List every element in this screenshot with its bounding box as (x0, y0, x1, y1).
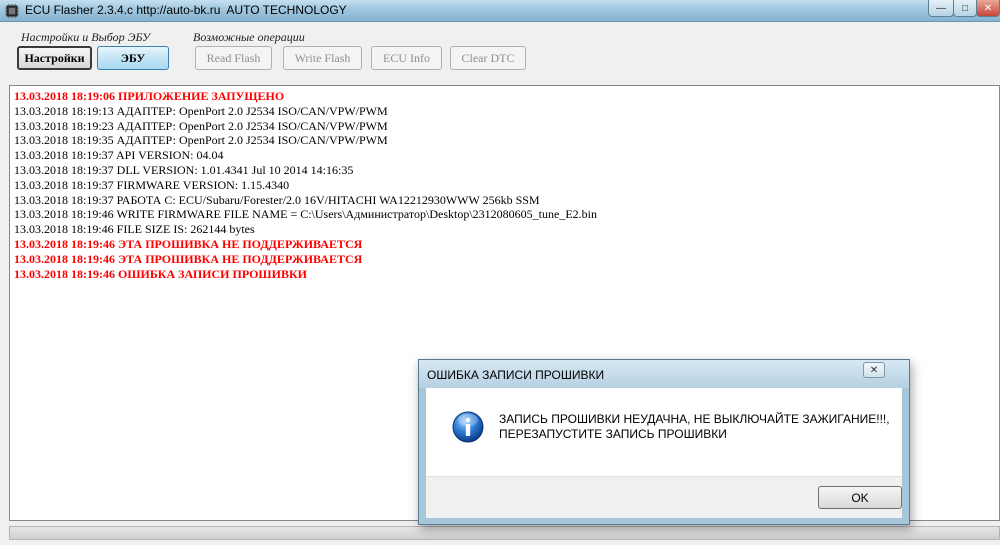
log-line: 13.03.2018 18:19:46 FILE SIZE IS: 262144… (14, 222, 255, 237)
settings-group-label: Настройки и Выбор ЭБУ (21, 30, 151, 44)
dialog-footer: OK (426, 476, 902, 518)
operations-group-label: Возможные операции (193, 30, 305, 44)
error-dialog: ОШИБКА ЗАПИСИ ПРОШИВКИ ✕ ЗАПИСЬ ПРОШИВКИ… (418, 359, 910, 525)
window-title: ECU Flasher 2.3.4.c http://auto-bk.ru AU… (25, 3, 347, 17)
dialog-title: ОШИБКА ЗАПИСИ ПРОШИВКИ (427, 368, 605, 382)
log-line: 13.03.2018 18:19:37 API VERSION: 04.04 (14, 148, 224, 163)
ecu-button[interactable]: ЭБУ (97, 46, 169, 70)
close-button[interactable]: ✕ (976, 0, 1000, 17)
close-icon: ✕ (869, 364, 879, 376)
log-line: 13.03.2018 18:19:37 FIRMWARE VERSION: 1.… (14, 177, 290, 192)
minimize-icon: — (936, 2, 946, 14)
dialog-message: ЗАПИСЬ ПРОШИВКИ НЕУДАЧНА, НЕ ВЫКЛЮЧАЙТЕ … (499, 412, 899, 442)
ok-button[interactable]: OK (818, 486, 902, 509)
log-line: 13.03.2018 18:19:13 АДАПТЕР: OpenPort 2.… (14, 103, 388, 118)
read-flash-button[interactable]: Read Flash (195, 46, 272, 70)
dialog-message-line: ЗАПИСЬ ПРОШИВКИ НЕУДАЧНА, НЕ ВЫКЛЮЧАЙТЕ … (499, 412, 890, 426)
clear-dtc-button[interactable]: Clear DTC (450, 46, 526, 70)
dialog-body: ЗАПИСЬ ПРОШИВКИ НЕУДАЧНА, НЕ ВЫКЛЮЧАЙТЕ … (426, 388, 902, 476)
log-line: 13.03.2018 18:19:06 ПРИЛОЖЕНИЕ ЗАПУЩЕНО (14, 89, 285, 103)
maximize-button[interactable]: □ (953, 0, 977, 17)
status-bar (9, 526, 1000, 540)
info-icon (452, 411, 484, 443)
log-line: 13.03.2018 18:19:46 ОШИБКА ЗАПИСИ ПРОШИВ… (14, 266, 307, 281)
dialog-title-bar[interactable]: ОШИБКА ЗАПИСИ ПРОШИВКИ ✕ (419, 360, 909, 388)
dialog-message-line: ПЕРЕЗАПУСТИТЕ ЗАПИСЬ ПРОШИВКИ (499, 427, 727, 441)
ecu-info-button[interactable]: ECU Info (371, 46, 442, 70)
app-chip-icon (5, 4, 19, 18)
minimize-button[interactable]: — (928, 0, 954, 17)
log-line: 13.03.2018 18:19:46 ЭТА ПРОШИВКА НЕ ПОДД… (14, 251, 363, 266)
log-line: 13.03.2018 18:19:35 АДАПТЕР: OpenPort 2.… (14, 133, 388, 148)
log-line: 13.03.2018 18:19:46 WRITE FIRMWARE FILE … (14, 207, 597, 222)
close-icon: ✕ (983, 2, 993, 14)
title-bar[interactable]: ECU Flasher 2.3.4.c http://auto-bk.ru AU… (0, 0, 1000, 22)
log-line: 13.03.2018 18:19:46 ЭТА ПРОШИВКА НЕ ПОДД… (14, 236, 363, 251)
write-flash-button[interactable]: Write Flash (283, 46, 362, 70)
settings-button[interactable]: Настройки (17, 46, 92, 70)
log-line: 13.03.2018 18:19:23 АДАПТЕР: OpenPort 2.… (14, 118, 388, 133)
dialog-close-button[interactable]: ✕ (863, 362, 885, 378)
maximize-icon: □ (961, 2, 969, 14)
log-line: 13.03.2018 18:19:37 РАБОТА С: ECU/Subaru… (14, 192, 540, 207)
log-line: 13.03.2018 18:19:37 DLL VERSION: 1.01.43… (14, 162, 354, 177)
